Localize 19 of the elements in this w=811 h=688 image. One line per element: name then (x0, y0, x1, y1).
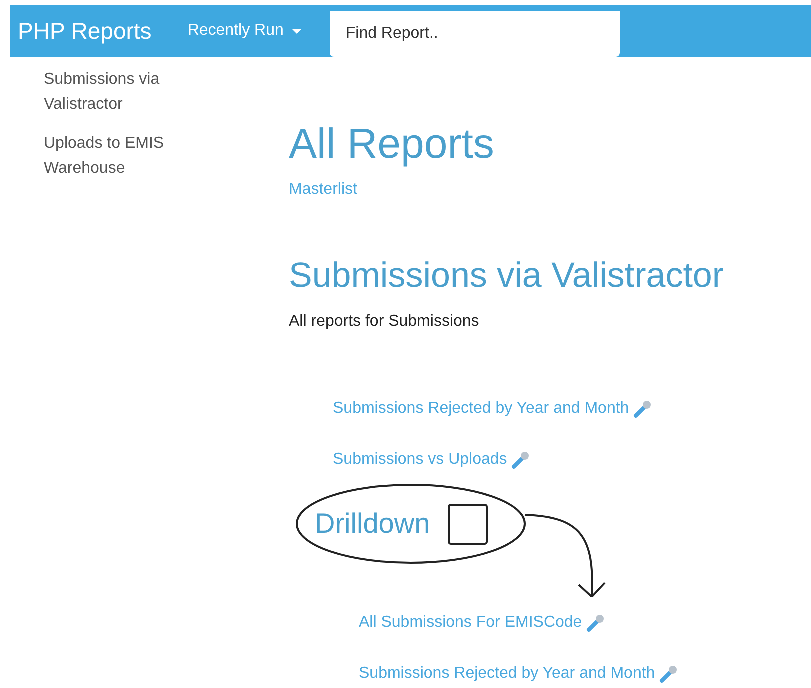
wrench-icon (511, 450, 532, 470)
wrench-icon (659, 664, 680, 684)
report-link[interactable]: Submissions Rejected by Year and Month (359, 664, 656, 682)
report-link[interactable]: Submissions Rejected by Year and Month (333, 400, 630, 418)
report-link[interactable]: All Submissions For EMISCode (359, 614, 582, 632)
masterlist-link[interactable]: Masterlist (289, 181, 358, 198)
report-link[interactable]: Submissions vs Uploads (333, 450, 508, 468)
section-title: Submissions via Valistractor (289, 255, 726, 297)
wrench-icon (633, 398, 654, 418)
sidebar-link[interactable]: Submissions via Valistractor (44, 67, 194, 117)
caret-icon (292, 28, 302, 34)
page-title: All Reports (289, 119, 496, 169)
brand-link[interactable]: PHP Reports (10, 18, 178, 44)
section-description: All reports for Submissions (289, 313, 480, 331)
sidebar-link[interactable]: Uploads to EMIS Warehouse (44, 131, 194, 181)
search-field[interactable]: Find Report.. (330, 11, 620, 57)
subsection-title: Drilldown (315, 507, 430, 541)
recently-run-dropdown[interactable]: Recently Run (178, 5, 312, 57)
wrench-icon (586, 612, 606, 632)
